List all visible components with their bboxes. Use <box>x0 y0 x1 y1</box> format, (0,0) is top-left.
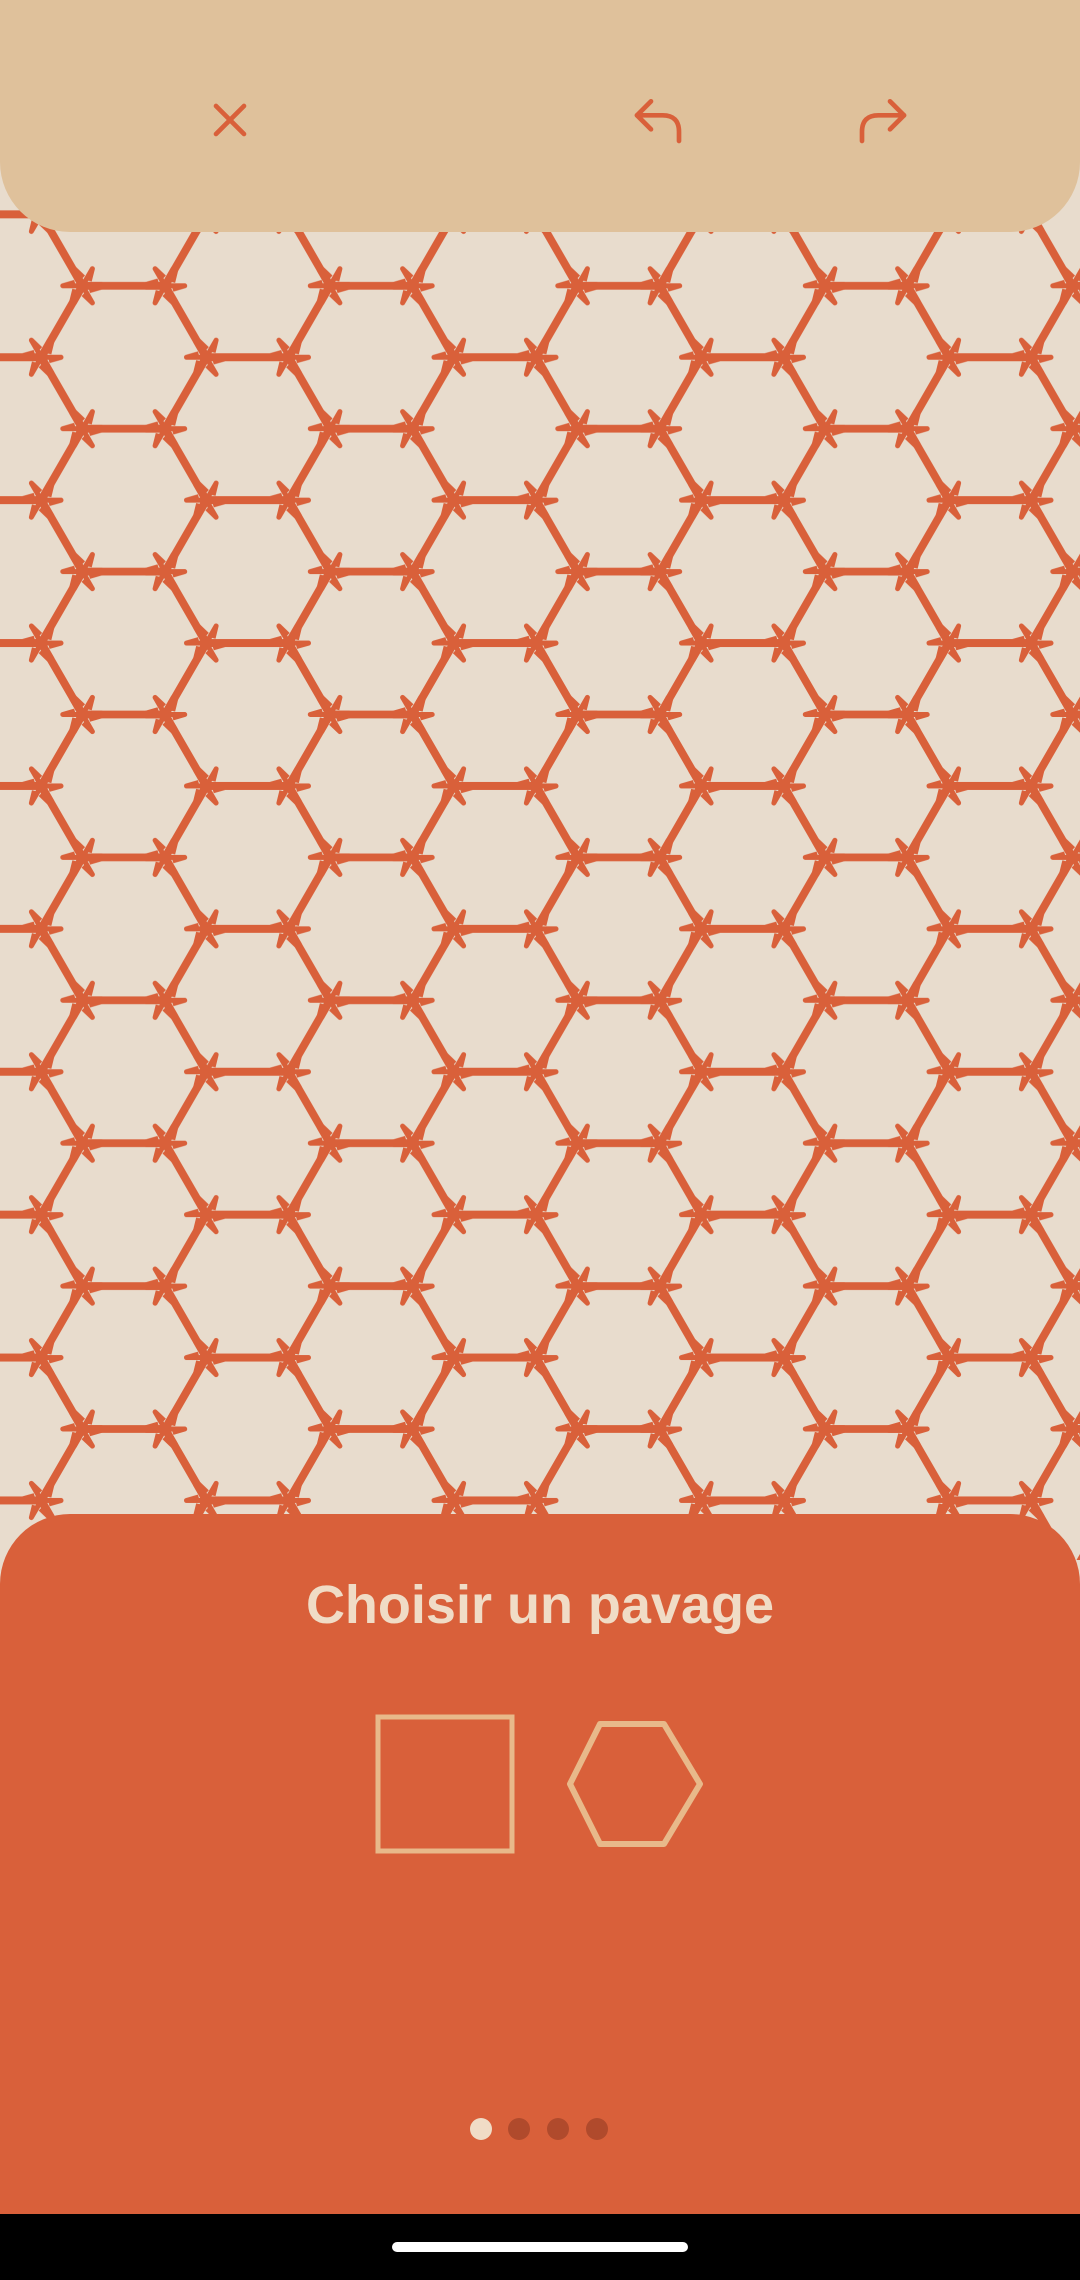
page-dot-3[interactable] <box>547 2118 569 2140</box>
sheet-title: Choisir un pavage <box>305 1575 775 1635</box>
pattern-canvas[interactable] <box>0 0 1080 1560</box>
tiling-chooser-sheet: Choisir un pavage <box>0 1514 1080 2214</box>
square-tiling-option[interactable] <box>375 1714 515 1854</box>
redo-button[interactable] <box>833 70 933 170</box>
home-indicator[interactable] <box>392 2242 688 2252</box>
tiling-pattern <box>0 0 1080 1560</box>
hexagon-icon <box>567 1721 703 1847</box>
square-icon <box>375 1714 515 1854</box>
close-button[interactable] <box>180 70 280 170</box>
undo-button[interactable] <box>608 70 708 170</box>
top-toolbar <box>0 0 1080 232</box>
undo-icon <box>634 99 682 144</box>
page-dot-4[interactable] <box>586 2118 608 2140</box>
page-dot-2[interactable] <box>508 2118 530 2140</box>
page-dot-1[interactable] <box>470 2118 492 2140</box>
page-indicator <box>470 2118 610 2140</box>
hexagon-tiling-option[interactable] <box>566 1714 706 1854</box>
system-navigation-bar <box>0 2214 1080 2280</box>
close-icon <box>213 103 247 137</box>
redo-icon <box>859 99 907 144</box>
